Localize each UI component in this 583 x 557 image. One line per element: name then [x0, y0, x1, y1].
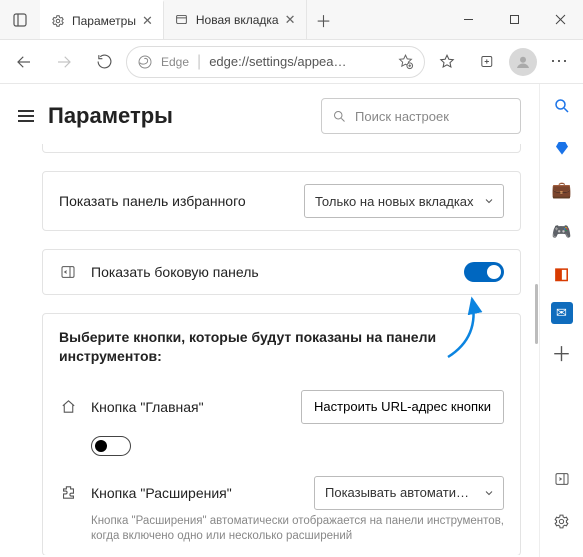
- close-window-button[interactable]: [537, 0, 583, 39]
- new-tab-button[interactable]: ＋: [307, 0, 341, 39]
- setting-home-button: Кнопка "Главная" Настроить URL-адрес кно…: [43, 378, 520, 430]
- profile-button[interactable]: [509, 48, 537, 76]
- favorites-button[interactable]: [429, 44, 465, 80]
- extensions-select[interactable]: Показывать автомати…: [314, 476, 504, 510]
- star-plus-icon[interactable]: [397, 53, 414, 70]
- edge-sidebar: 💼 🎮 ◧ ✉ ＋: [539, 84, 583, 557]
- sidebar-search-icon[interactable]: [548, 92, 576, 120]
- minimize-button[interactable]: [445, 0, 491, 39]
- toggle-side-panel[interactable]: [464, 262, 504, 282]
- page-icon: [174, 12, 190, 28]
- sidebar-settings-icon[interactable]: [548, 507, 576, 535]
- close-icon[interactable]: ✕: [142, 13, 153, 29]
- url-prefix: Edge: [161, 55, 189, 69]
- address-bar[interactable]: Edge | edge://settings/appea…: [126, 46, 425, 78]
- search-icon: [332, 109, 347, 124]
- tab-label: Новая вкладка: [196, 13, 279, 27]
- chevron-down-icon: [483, 195, 495, 207]
- toolbar-section-title: Выберите кнопки, которые будут показаны …: [43, 314, 520, 378]
- home-url-button[interactable]: Настроить URL-адрес кнопки: [301, 390, 504, 424]
- sidebar-shopping-icon[interactable]: [548, 134, 576, 162]
- home-icon: [59, 398, 77, 415]
- page-title: Параметры: [48, 103, 173, 129]
- setting-tab-preview: Показать предварительный просмотр вкладк…: [43, 144, 520, 152]
- setting-favorites-bar: Показать панель избранного Только на нов…: [43, 172, 520, 230]
- edge-logo-icon: [137, 54, 153, 70]
- settings-search-input[interactable]: Поиск настроек: [321, 98, 521, 134]
- extensions-description: Кнопка "Расширения" автоматически отобра…: [43, 512, 520, 555]
- menu-icon[interactable]: [18, 110, 34, 122]
- menu-button[interactable]: ⋯: [541, 44, 577, 80]
- maximize-button[interactable]: [491, 0, 537, 39]
- setting-side-panel: Показать боковую панель: [43, 250, 520, 294]
- chevron-down-icon: [483, 487, 495, 499]
- sidebar-office-icon[interactable]: ◧: [548, 260, 576, 288]
- reload-button[interactable]: [86, 44, 122, 80]
- tab-actions-button[interactable]: [0, 0, 40, 39]
- toggle-home-button[interactable]: [91, 436, 131, 456]
- search-placeholder: Поиск настроек: [355, 109, 449, 124]
- tab-label: Параметры: [72, 14, 136, 28]
- panel-icon: [59, 264, 77, 280]
- sidebar-games-icon[interactable]: 🎮: [548, 218, 576, 246]
- sidebar-outlook-icon[interactable]: ✉: [551, 302, 573, 324]
- sidebar-hide-button[interactable]: [548, 465, 576, 493]
- tab-newpage[interactable]: Новая вкладка ✕: [164, 0, 307, 39]
- close-icon[interactable]: ✕: [285, 12, 296, 28]
- extensions-icon: [59, 484, 77, 501]
- back-button[interactable]: [6, 44, 42, 80]
- url-text: edge://settings/appea…: [209, 54, 389, 69]
- forward-button: [46, 44, 82, 80]
- sidebar-add-button[interactable]: ＋: [548, 338, 576, 366]
- tab-settings[interactable]: Параметры ✕: [40, 0, 164, 39]
- gear-icon: [50, 13, 66, 29]
- scrollbar-thumb[interactable]: [535, 284, 538, 344]
- collections-button[interactable]: [469, 44, 505, 80]
- setting-extensions-button: Кнопка "Расширения" Показывать автомати…: [43, 464, 520, 512]
- favorites-bar-select[interactable]: Только на новых вкладках: [304, 184, 504, 218]
- sidebar-tools-icon[interactable]: 💼: [548, 176, 576, 204]
